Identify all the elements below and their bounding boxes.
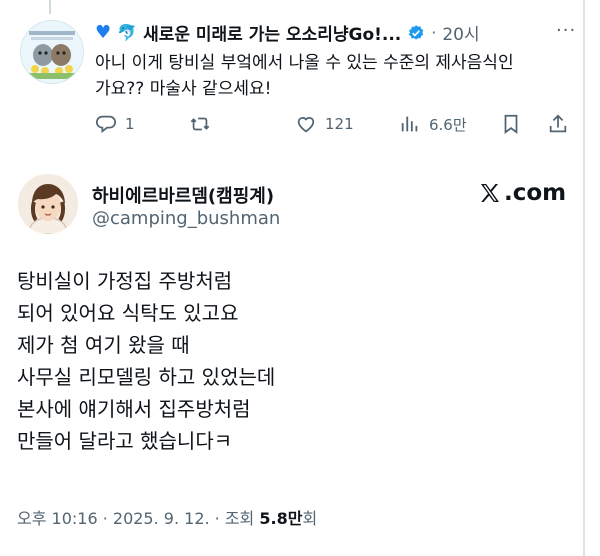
reply-button[interactable]: 1 — [95, 113, 135, 135]
repost-icon — [190, 117, 210, 131]
x-com-text: .com — [504, 180, 567, 206]
reply-author-avatar[interactable] — [20, 20, 84, 84]
share-button[interactable] — [547, 113, 569, 135]
quoted-tweet-text: 탕비실이 가정집 주방처럼 되어 있어요 식탁도 있고요 제가 첨 여기 왔을 … — [17, 265, 275, 457]
like-button[interactable]: 121 — [295, 113, 354, 135]
tweet-view-suffix: 회 — [302, 509, 318, 528]
reply-author-name[interactable]: 새로운 미래로 가는 오소리냥Go!... — [143, 20, 401, 45]
verified-badge-icon — [408, 24, 424, 40]
share-icon — [549, 114, 567, 133]
quoted-text-line: 사무실 리모델링 하고 있었는데 — [17, 365, 276, 389]
reply-text: 아니 이게 탕비실 부엌에서 나올 수 있는 수준의 제사음식인 가요?? 마술… — [95, 50, 575, 102]
bookmark-button[interactable] — [500, 113, 522, 135]
heart-icon — [297, 117, 315, 133]
quoted-text-line: 탕비실이 가정집 주방처럼 — [17, 269, 233, 293]
blue-heart-icon: ♥ — [95, 22, 112, 43]
reply-text-line: 가요?? 마술사 같으세요! — [95, 79, 272, 99]
like-count: 121 — [325, 115, 354, 133]
views-button[interactable]: 6.6만 — [399, 113, 467, 135]
quoted-author-name[interactable]: 하비에르바르뎀(캠핑계) — [92, 182, 274, 208]
quoted-text-line: 되어 있어요 식탁도 있고요 — [17, 301, 239, 325]
reply-tweet[interactable]: ♥ 🐬 새로운 미래로 가는 오소리냥Go!... · 20시 ··· 아니 이… — [0, 0, 583, 150]
header-separator: · — [431, 23, 437, 42]
tweet-datetime[interactable]: 오후 10:16 · 2025. 9. 12. · 조회 — [17, 509, 259, 528]
views-chart-icon — [401, 116, 418, 132]
more-options-icon[interactable]: ··· — [556, 20, 576, 41]
dolphin-icon: 🐬 — [117, 23, 138, 42]
quoted-author-handle[interactable]: @camping_bushman — [92, 208, 280, 229]
quoted-text-line: 만들어 달라고 했습니다ㅋ — [17, 429, 233, 453]
tweet-view-count: 5.8만 — [259, 509, 303, 528]
reply-timestamp[interactable]: 20시 — [442, 20, 479, 45]
x-com-watermark: .com — [478, 180, 566, 206]
reply-count: 1 — [125, 115, 135, 133]
reply-text-line: 아니 이게 탕비실 부엌에서 나올 수 있는 수준의 제사음식인 — [95, 53, 514, 73]
tweet-meta: 오후 10:16 · 2025. 9. 12. · 조회 5.8만회 — [17, 505, 317, 529]
quoted-author-avatar[interactable] — [18, 174, 78, 234]
quoted-text-line: 본사에 얘기해서 집주방처럼 — [17, 397, 251, 421]
reply-header: ♥ 🐬 새로운 미래로 가는 오소리냥Go!... · 20시 — [95, 20, 480, 45]
x-logo-icon — [481, 184, 499, 202]
repost-button[interactable] — [189, 113, 211, 135]
timeline-border — [583, 0, 585, 556]
quoted-text-line: 제가 첨 여기 왔을 때 — [17, 333, 190, 357]
comment-icon — [96, 115, 116, 134]
reply-action-bar: 1 121 6.6만 — [95, 113, 575, 137]
views-count: 6.6만 — [429, 115, 467, 134]
bookmark-icon — [504, 114, 518, 134]
